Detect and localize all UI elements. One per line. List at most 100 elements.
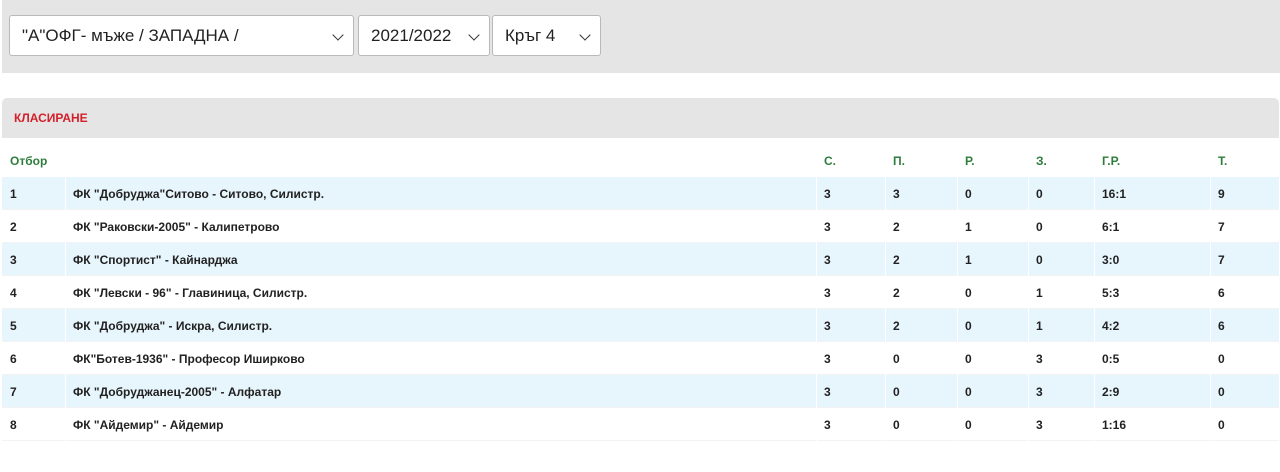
cell-rank: 6 <box>10 352 17 366</box>
column-divider <box>1210 309 1211 342</box>
cell-lost: 3 <box>1036 352 1043 366</box>
column-divider <box>816 309 817 342</box>
column-divider <box>816 342 817 375</box>
cell-team: ФК "Добруджа" - Искра, Силистр. <box>73 319 273 333</box>
cell-team: ФК "Добруджанец-2005" - Алфатар <box>73 385 282 399</box>
header-points: Т. <box>1218 154 1228 168</box>
column-divider <box>1094 309 1095 342</box>
cell-rank: 3 <box>10 253 17 267</box>
round-select[interactable]: Кръг 4 <box>492 15 601 56</box>
column-divider <box>1094 375 1095 408</box>
round-select-value: Кръг 4 <box>505 26 556 45</box>
cell-goals: 0:5 <box>1102 352 1120 366</box>
cell-goals: 6:1 <box>1102 220 1120 234</box>
cell-rank: 7 <box>10 385 17 399</box>
column-divider <box>65 375 66 408</box>
column-divider <box>1028 408 1029 441</box>
column-divider <box>957 210 958 243</box>
cell-played: 3 <box>824 253 831 267</box>
column-divider <box>65 177 66 210</box>
cell-lost: 3 <box>1036 418 1043 432</box>
column-divider <box>1210 210 1211 243</box>
table-body: 1 ФК "Добруджа"Ситово - Ситово, Силистр. 3… <box>2 177 1279 441</box>
cell-won: 3 <box>893 187 900 201</box>
cell-points: 6 <box>1218 286 1225 300</box>
standings-table: Отбор С. П. Р. З. Г.Р. Т. 1 ФК "Добруджа"… <box>2 144 1279 441</box>
cell-lost: 0 <box>1036 187 1043 201</box>
cell-lost: 0 <box>1036 220 1043 234</box>
column-divider <box>816 210 817 243</box>
column-divider <box>1094 342 1095 375</box>
column-divider <box>957 243 958 276</box>
cell-team: ФК "Спортист" - Кайнарджа <box>73 253 238 267</box>
league-select[interactable]: "А"ОФГ- мъже / ЗАПАДНА / <box>9 15 354 56</box>
column-divider <box>816 408 817 441</box>
column-divider <box>1210 177 1211 210</box>
header-played: С. <box>824 154 836 168</box>
table-row: 6 ФК"Ботев-1936" - Професор Иширково 3 0 0 3 0… <box>2 342 1279 375</box>
cell-drawn: 0 <box>965 418 972 432</box>
header-lost: З. <box>1036 154 1047 168</box>
column-divider <box>885 276 886 309</box>
column-divider <box>1028 276 1029 309</box>
cell-goals: 5:3 <box>1102 286 1120 300</box>
column-divider <box>816 375 817 408</box>
column-divider <box>957 342 958 375</box>
cell-rank: 2 <box>10 220 17 234</box>
cell-team: ФК "Добруджа"Ситово - Ситово, Силистр. <box>73 187 325 201</box>
column-divider <box>1210 276 1211 309</box>
cell-played: 3 <box>824 418 831 432</box>
table-row: 2 ФК "Раковски-2005" - Калипетрово 3 2 1 0 6:1… <box>2 210 1279 243</box>
column-divider <box>65 210 66 243</box>
column-divider <box>65 309 66 342</box>
cell-won: 2 <box>893 286 900 300</box>
table-row: 7 ФК "Добруджанец-2005" - Алфатар 3 0 0 3 2:9 0 <box>2 375 1279 408</box>
column-divider <box>957 177 958 210</box>
cell-played: 3 <box>824 352 831 366</box>
cell-points: 9 <box>1218 187 1225 201</box>
cell-drawn: 0 <box>965 187 972 201</box>
chevron-down-icon <box>579 29 591 41</box>
cell-won: 2 <box>893 319 900 333</box>
cell-drawn: 1 <box>965 253 972 267</box>
column-divider <box>816 177 817 210</box>
chevron-down-icon <box>332 29 344 41</box>
table-row: 8 ФК "Айдемир" - Айдемир 3 0 0 3 1:16 0 <box>2 408 1279 441</box>
cell-points: 7 <box>1218 220 1225 234</box>
season-select[interactable]: 2021/2022 <box>358 15 490 56</box>
cell-won: 2 <box>893 220 900 234</box>
column-divider <box>1028 342 1029 375</box>
column-divider <box>1094 408 1095 441</box>
table-row: 1 ФК "Добруджа"Ситово - Ситово, Силистр. 3… <box>2 177 1279 210</box>
cell-won: 0 <box>893 385 900 399</box>
cell-goals: 4:2 <box>1102 319 1120 333</box>
season-select-value: 2021/2022 <box>371 26 452 45</box>
header-won: П. <box>893 154 905 168</box>
cell-drawn: 0 <box>965 352 972 366</box>
cell-goals: 3:0 <box>1102 253 1120 267</box>
chevron-down-icon <box>468 29 480 41</box>
cell-drawn: 0 <box>965 319 972 333</box>
cell-rank: 1 <box>10 187 17 201</box>
cell-points: 0 <box>1218 385 1225 399</box>
cell-team: ФК "Айдемир" - Айдемир <box>73 418 224 432</box>
column-divider <box>1094 177 1095 210</box>
column-divider <box>885 243 886 276</box>
cell-drawn: 1 <box>965 220 972 234</box>
column-divider <box>1210 408 1211 441</box>
section-title: КЛАСИРАНЕ <box>14 111 88 125</box>
standings-header: КЛАСИРАНЕ <box>2 98 1279 138</box>
column-divider <box>885 375 886 408</box>
column-divider <box>816 276 817 309</box>
column-divider <box>957 408 958 441</box>
cell-goals: 16:1 <box>1102 187 1127 201</box>
column-divider <box>1028 309 1029 342</box>
cell-lost: 1 <box>1036 319 1043 333</box>
column-divider <box>885 408 886 441</box>
cell-won: 2 <box>893 253 900 267</box>
cell-drawn: 0 <box>965 385 972 399</box>
column-divider <box>1094 276 1095 309</box>
header-team: Отбор <box>10 154 48 168</box>
column-divider <box>65 276 66 309</box>
column-divider <box>957 309 958 342</box>
